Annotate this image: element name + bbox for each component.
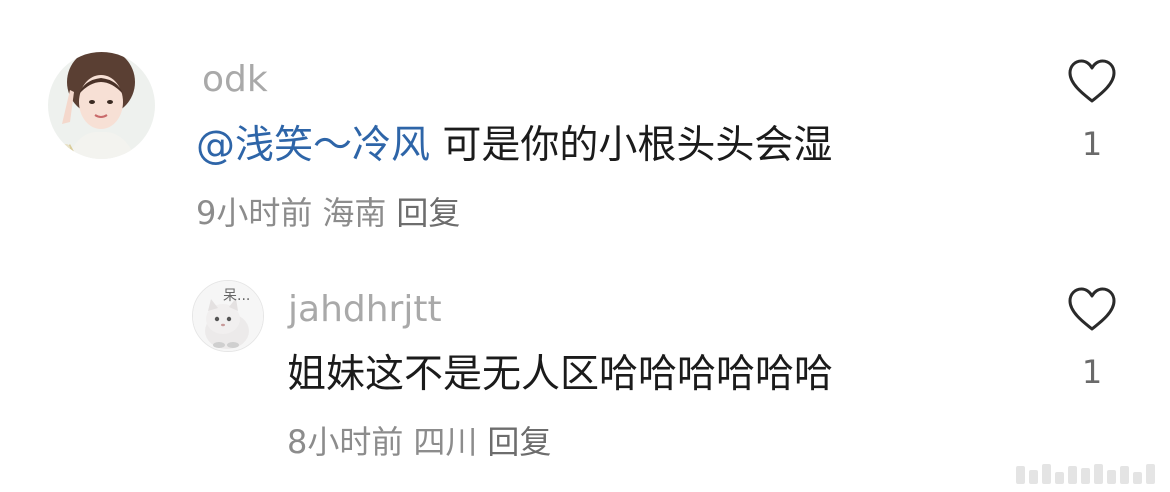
comment-meta: 9小时前 海南 回复 [196, 197, 460, 229]
comment-text: 姐妹这不是无人区哈哈哈哈哈哈 [287, 352, 834, 397]
like-count: 1 [1081, 125, 1103, 163]
comment-time: 9小时前 [196, 194, 313, 232]
watermark [1016, 458, 1156, 484]
heart-outline-icon[interactable] [1066, 286, 1118, 332]
comment-location: 海南 [322, 194, 387, 232]
comment-location: 四川 [413, 423, 478, 461]
comment-body: 姐妹这不是无人区哈哈哈哈哈哈 [287, 355, 833, 394]
user-mention-link[interactable]: @浅笑～冷风 [196, 123, 430, 168]
comment-time: 8小时前 [287, 423, 404, 461]
reply-button[interactable]: 回复 [396, 194, 460, 232]
comment-body: @浅笑～冷风 可是你的小根头头会湿 [196, 126, 832, 165]
comment: odk @浅笑～冷风 可是你的小根头头会湿 9小时前 海南 回复 1 [0, 0, 1170, 262]
comment-username[interactable]: jahdhrjtt [288, 292, 442, 328]
heart-outline-icon[interactable] [1066, 58, 1118, 104]
avatar[interactable] [48, 52, 155, 159]
reply-comment: 呆... jahdhrjtt 姐妹这不是无人区哈哈哈哈哈哈 8小时前 四川 回复 1 [0, 262, 1170, 492]
avatar-caption: 呆... [223, 288, 251, 304]
like-count: 1 [1081, 353, 1103, 391]
comment-text: 可是你的小根头头会湿 [430, 123, 833, 168]
comment-username[interactable]: odk [202, 62, 268, 98]
avatar[interactable]: 呆... [192, 280, 264, 352]
comment-meta: 8小时前 四川 回复 [287, 426, 551, 458]
reply-button[interactable]: 回复 [487, 423, 551, 461]
